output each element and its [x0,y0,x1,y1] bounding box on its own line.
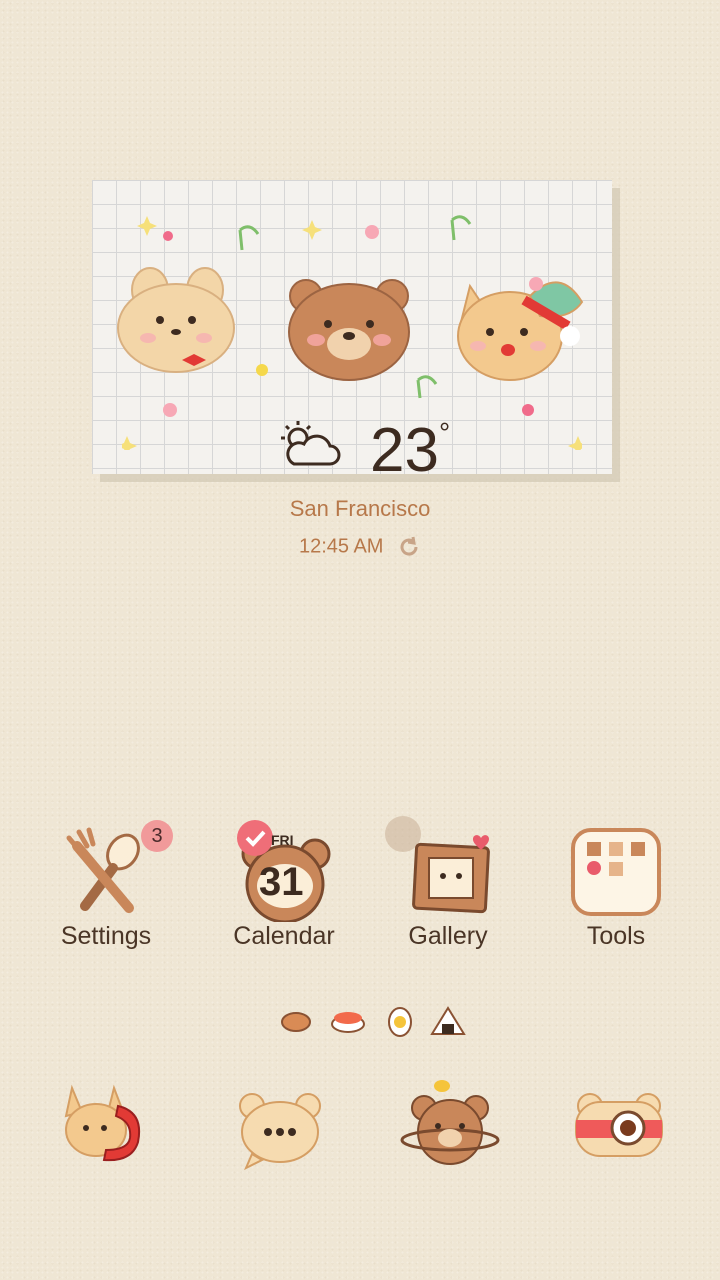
onigiri-icon [430,1006,466,1035]
app-settings[interactable]: 3 Settings [36,820,176,951]
dock-phone[interactable] [52,1076,162,1176]
update-time: 12:45 AM [298,535,384,558]
bear-message-icon [239,1093,321,1171]
partly-cloudy-icon [281,421,341,466]
app-gallery[interactable]: Gallery [378,826,518,951]
time-row: 12:45 AM [0,535,720,559]
app-label: Tools [586,922,646,950]
dock-messages[interactable] [226,1076,336,1176]
refresh-icon[interactable] [397,535,421,559]
picture-frame-icon [412,835,490,914]
fish-cake-icon [281,1012,311,1032]
degree-symbol: ° [438,417,451,448]
temperature: 23 [370,416,439,485]
dock-browser[interactable] [396,1076,506,1176]
app-tools[interactable]: Tools [546,826,686,951]
weather-widget[interactable]: 23 ° [92,180,612,484]
calendar-day-name: FRI [271,832,294,848]
cat-phone-icon [64,1084,140,1162]
dock-camera[interactable] [564,1076,674,1176]
city-name: San Francisco [289,496,431,521]
sushi-icon [331,1012,365,1033]
tools-folder-icon [571,828,661,916]
notification-badge: 3 [141,820,173,852]
app-label: Settings [60,922,152,950]
calendar-day-number: 31 [259,860,304,904]
app-calendar[interactable]: FRI 31 Calendar [214,820,354,951]
bear-planet-icon [400,1080,500,1165]
app-label: Calendar [233,922,335,950]
checkmark-icon [237,820,273,856]
bear-camera-icon [575,1093,663,1157]
app-label: Gallery [408,922,488,950]
page-indicator[interactable] [278,1002,478,1042]
sparkle-decoration [122,215,582,450]
egg-icon [388,1007,412,1037]
